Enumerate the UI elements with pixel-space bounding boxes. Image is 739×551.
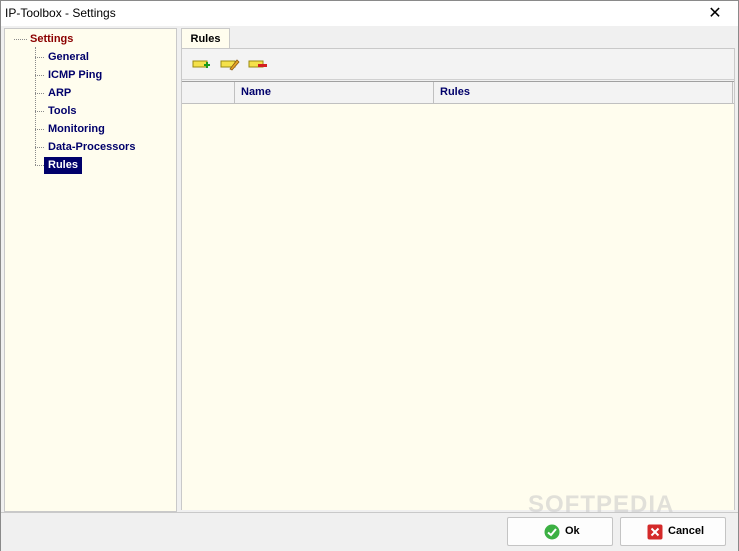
tree-item-arp[interactable]: ARP [44, 85, 75, 102]
rules-grid: Name Rules [182, 81, 734, 510]
column-header-indicator[interactable] [182, 82, 235, 103]
title-bar: IP-Toolbox - Settings ✕ [1, 1, 738, 26]
ok-label: Ok [565, 525, 580, 537]
tab-strip: Rules [181, 28, 734, 49]
settings-content: Settings General ICMP Ping ARP Tools Mon… [1, 26, 738, 512]
tree-connector [35, 165, 44, 166]
tree-connector [35, 129, 44, 130]
tree-item-icmp-ping[interactable]: ICMP Ping [44, 67, 106, 84]
cancel-button[interactable]: Cancel [620, 517, 726, 546]
tree-item-tools[interactable]: Tools [44, 103, 81, 120]
delete-rule-button[interactable] [248, 56, 268, 72]
delete-rule-icon [248, 60, 267, 68]
tree-connector [35, 93, 44, 94]
check-icon [544, 524, 560, 540]
tree-connector [35, 57, 44, 58]
add-rule-icon [192, 60, 210, 68]
tree-connector [35, 111, 44, 112]
tab-rules[interactable]: Rules [181, 28, 230, 49]
edit-rule-icon [220, 59, 240, 71]
rules-panel: Name Rules [181, 48, 735, 510]
cancel-x-icon [647, 524, 663, 540]
tree-item-monitoring[interactable]: Monitoring [44, 121, 109, 138]
add-rule-button[interactable] [192, 56, 212, 72]
cancel-label: Cancel [668, 525, 705, 537]
column-header-rules[interactable]: Rules [434, 82, 733, 103]
dialog-button-bar: Ok Cancel [1, 512, 738, 551]
window-title: IP-Toolbox - Settings [5, 6, 116, 20]
tree-connector [35, 75, 44, 76]
tree-item-data-processors[interactable]: Data-Processors [44, 139, 139, 156]
grid-header: Name Rules [182, 82, 734, 104]
settings-tree: Settings General ICMP Ping ARP Tools Mon… [4, 28, 177, 512]
tree-item-rules[interactable]: Rules [44, 157, 82, 174]
settings-window: IP-Toolbox - Settings ✕ Settings General… [0, 0, 739, 551]
tree-root-settings[interactable]: Settings [26, 31, 77, 48]
tree-connector [35, 147, 44, 148]
ok-button[interactable]: Ok [507, 517, 613, 546]
edit-rule-button[interactable] [220, 56, 240, 72]
column-header-name[interactable]: Name [235, 82, 434, 103]
tree-item-general[interactable]: General [44, 49, 93, 66]
rules-toolbar [182, 49, 734, 80]
close-button[interactable]: ✕ [692, 1, 738, 26]
